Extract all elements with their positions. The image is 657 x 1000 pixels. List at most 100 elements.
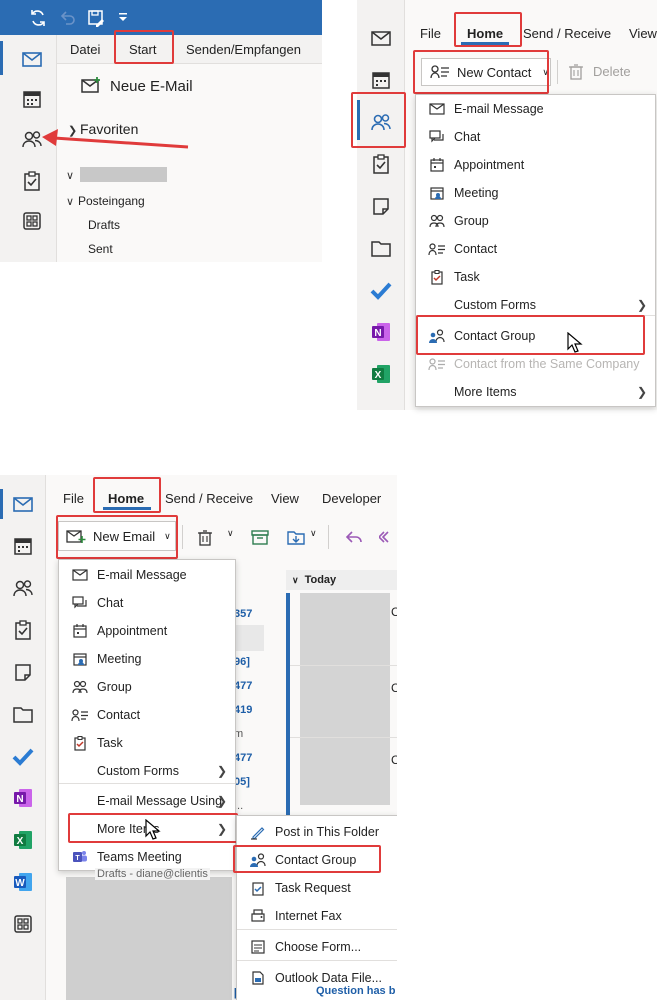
meeting-icon — [428, 184, 446, 202]
trash-icon — [567, 62, 585, 80]
menu-item-e-mail-message[interactable]: E-mail Message — [416, 95, 655, 123]
menu-item-post-in-this-folder[interactable]: Post in This Folder — [237, 818, 397, 846]
message-separator — [290, 737, 397, 738]
tab-view[interactable]: View — [629, 26, 657, 41]
reply-all-icon[interactable] — [379, 527, 397, 547]
menu-item-meeting[interactable]: Meeting — [416, 179, 655, 207]
tab-send-receive[interactable]: Send / Receive — [165, 491, 253, 506]
tab-file[interactable]: File — [63, 491, 84, 506]
mail-icon[interactable] — [11, 492, 35, 516]
onenote-icon[interactable]: N — [11, 786, 35, 810]
menu-item-label: Custom Forms — [454, 298, 536, 312]
folder-icon[interactable] — [11, 702, 35, 726]
sent-folder[interactable]: Sent — [88, 242, 113, 256]
delete-button[interactable]: Delete — [567, 62, 631, 80]
chevron-down-icon[interactable]: ∨ — [227, 528, 234, 539]
data-file-icon — [249, 969, 267, 987]
menu-item-task[interactable]: Task — [416, 263, 655, 291]
calendar-icon — [71, 622, 89, 640]
menu-item-task-request[interactable]: Task Request — [237, 874, 397, 902]
drafts-folder[interactable]: Drafts — [88, 218, 120, 232]
menu-item-label: Chat — [97, 596, 124, 610]
archive-icon[interactable] — [250, 528, 270, 546]
menu-item-contact[interactable]: Contact — [59, 701, 235, 729]
notes-icon[interactable] — [369, 194, 393, 218]
menu-item-label: Teams Meeting — [97, 850, 182, 864]
menu-item-label: Post in This Folder — [275, 825, 379, 839]
menu-item-chat[interactable]: Chat — [416, 123, 655, 151]
onenote-icon[interactable]: N — [369, 320, 393, 344]
calendar-icon[interactable] — [20, 87, 44, 111]
save-icon[interactable] — [86, 8, 106, 28]
menu-item-spacer — [428, 383, 446, 401]
ribbon-separator — [328, 525, 329, 549]
task-request-icon — [249, 879, 267, 897]
tasks-icon[interactable] — [369, 152, 393, 176]
svg-text:T: T — [75, 855, 80, 862]
trash-icon[interactable] — [196, 528, 214, 546]
menu-item-label: Meeting — [97, 652, 142, 666]
account-folder[interactable]: ∨ — [66, 168, 78, 182]
undo-icon[interactable] — [58, 8, 78, 28]
reply-icon[interactable] — [344, 527, 364, 547]
menu-item-label: Custom Forms — [97, 764, 179, 778]
inbox-folder[interactable]: ∨ Posteingang — [66, 194, 145, 208]
menu-item-group[interactable]: Group — [416, 207, 655, 235]
tasks-icon[interactable] — [20, 169, 44, 193]
menu-item-label: Task Request — [275, 881, 351, 895]
message-separator — [290, 665, 397, 666]
tab-senden-empfangen[interactable]: Senden/Empfangen — [186, 42, 301, 57]
today-label: Today — [304, 574, 337, 586]
notes-icon[interactable] — [11, 660, 35, 684]
todo-icon[interactable] — [369, 278, 393, 302]
chevron-down-icon: ∨ — [66, 170, 75, 182]
word-icon[interactable]: W — [11, 870, 35, 894]
tab-file[interactable]: File — [420, 26, 441, 41]
menu-item-e-mail-message[interactable]: E-mail Message — [59, 561, 235, 589]
calendar-icon[interactable] — [11, 534, 35, 558]
menu-item-spacer — [71, 792, 89, 810]
mail-icon[interactable] — [20, 47, 44, 71]
calendar-icon[interactable] — [369, 68, 393, 92]
today-group-header[interactable]: ∨ Today — [286, 570, 397, 590]
tab-developer[interactable]: Developer — [322, 491, 381, 506]
menu-item-group[interactable]: Group — [59, 673, 235, 701]
inbox-label: Posteingang — [78, 194, 145, 208]
menu-item-label: E-mail Message — [454, 102, 544, 116]
menu-separator — [237, 929, 397, 930]
menu-item-e-mail-message-using[interactable]: E-mail Message Using ❯ — [59, 787, 235, 815]
menu-item-meeting[interactable]: Meeting — [59, 645, 235, 673]
chevron-down-icon[interactable]: ∨ — [310, 528, 317, 539]
move-icon[interactable] — [286, 527, 306, 547]
customize-toolbar-icon[interactable] — [118, 10, 128, 24]
apps-icon[interactable] — [20, 209, 44, 233]
menu-item-choose-form[interactable]: Choose Form... — [237, 933, 397, 961]
new-email-button[interactable]: Neue E-Mail — [80, 76, 193, 96]
sync-icon[interactable] — [28, 8, 48, 28]
todo-icon[interactable] — [11, 744, 35, 768]
excel-icon[interactable]: X — [369, 362, 393, 386]
mouse-cursor-icon — [567, 332, 583, 353]
folder-count: 419 — [234, 704, 253, 716]
menu-item-internet-fax[interactable]: Internet Fax — [237, 902, 397, 930]
apps-icon[interactable] — [11, 912, 35, 936]
tab-view[interactable]: View — [271, 491, 299, 506]
menu-item-chat[interactable]: Chat — [59, 589, 235, 617]
menu-item-teams-meeting[interactable]: T Teams Meeting — [59, 843, 235, 871]
message-sender-peek: C — [391, 681, 397, 695]
menu-item-custom-forms[interactable]: Custom Forms ❯ — [59, 757, 235, 785]
menu-item-task[interactable]: Task — [59, 729, 235, 757]
people-icon[interactable] — [11, 576, 35, 600]
folder-count: 357 — [234, 608, 253, 620]
menu-item-appointment[interactable]: Appointment — [416, 151, 655, 179]
menu-item-contact[interactable]: Contact — [416, 235, 655, 263]
tab-datei[interactable]: Datei — [70, 42, 100, 57]
navigation-bar: N X W — [0, 475, 46, 1000]
folder-icon[interactable] — [369, 236, 393, 260]
tasks-icon[interactable] — [11, 618, 35, 642]
menu-item-more-items[interactable]: More Items ❯ — [416, 378, 655, 406]
excel-icon[interactable]: X — [11, 828, 35, 852]
menu-item-appointment[interactable]: Appointment — [59, 617, 235, 645]
mail-icon[interactable] — [369, 26, 393, 50]
tab-send-receive[interactable]: Send / Receive — [523, 26, 611, 41]
